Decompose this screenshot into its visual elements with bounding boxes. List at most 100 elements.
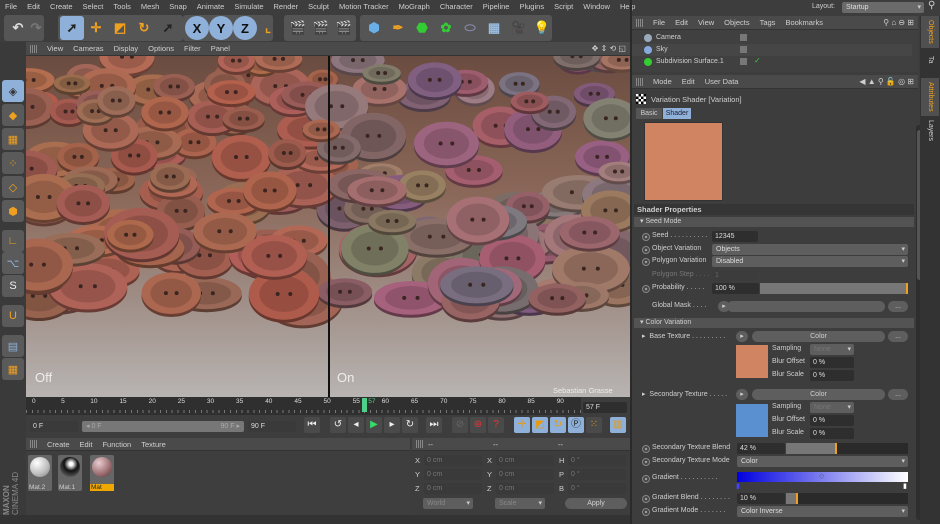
key-position-icon[interactable]: ✛: [514, 417, 530, 433]
secondary-texture-play-button[interactable]: ▸: [736, 389, 748, 400]
menu-texture[interactable]: Texture: [136, 440, 171, 449]
render-view-icon[interactable]: 🎬: [286, 16, 310, 40]
secondary-blend-slider[interactable]: [786, 443, 908, 454]
base-blur-offset-field[interactable]: 0 %: [810, 357, 854, 368]
material-item-selected[interactable]: Mat: [90, 455, 114, 491]
object-manager-icons[interactable]: ⚲ ⌂ ⊖ ⊞: [883, 18, 918, 27]
menu-cameras[interactable]: Cameras: [68, 44, 108, 53]
menu-create[interactable]: Create: [42, 440, 75, 449]
z-axis-lock[interactable]: Z: [233, 16, 257, 40]
key-parameter-icon[interactable]: Ⓟ: [568, 417, 584, 433]
probability-radio[interactable]: [642, 285, 650, 293]
model-mode-icon[interactable]: ◆: [2, 104, 24, 126]
tab-attributes[interactable]: Attributes: [921, 78, 939, 116]
keyframe-selection-icon[interactable]: ?: [488, 417, 504, 433]
axis-icon[interactable]: ∟: [2, 230, 24, 252]
secondary-blur-scale-field[interactable]: 0 %: [810, 428, 854, 439]
secondary-blur-offset-field[interactable]: 0 %: [810, 415, 854, 426]
global-mask-more-button[interactable]: ...: [888, 301, 908, 312]
render-picture-viewer-icon[interactable]: 🎬: [309, 16, 333, 40]
camera-icon[interactable]: 🎥: [506, 16, 530, 40]
menu-file[interactable]: File: [0, 2, 22, 11]
menu-create[interactable]: Create: [45, 2, 78, 11]
pen-icon[interactable]: ✒: [386, 16, 410, 40]
menu-tools[interactable]: Tools: [108, 2, 136, 11]
snap-icon[interactable]: S: [2, 275, 24, 297]
object-row[interactable]: Camera: [632, 32, 912, 44]
subdivision-icon[interactable]: ⬣: [410, 16, 434, 40]
object-row[interactable]: Sky: [632, 44, 912, 56]
timeline-icon[interactable]: ▥: [610, 417, 626, 433]
coord-field[interactable]: 0 °: [568, 469, 626, 480]
planar-workplane-icon[interactable]: ▦: [2, 358, 24, 380]
record-keys-icon[interactable]: ⊘: [452, 417, 468, 433]
material-item[interactable]: Mat.2: [28, 455, 52, 491]
check-icon[interactable]: ✓: [754, 56, 761, 65]
autokey-icon[interactable]: ⊛: [470, 417, 486, 433]
tab-takes[interactable]: Ta: [921, 49, 939, 71]
base-texture-play-button[interactable]: ▸: [736, 331, 748, 342]
menu-script[interactable]: Script: [549, 2, 578, 11]
secondary-blend-radio[interactable]: [642, 445, 650, 453]
menu-bookmarks[interactable]: Bookmarks: [780, 18, 828, 27]
global-mask-slot[interactable]: [727, 301, 885, 312]
menu-mode[interactable]: Mode: [648, 77, 677, 86]
secondary-texture-swatch[interactable]: [736, 404, 768, 437]
next-frame-icon[interactable]: ▸: [384, 417, 400, 433]
key-pla-icon[interactable]: ⁙: [586, 417, 602, 433]
next-key-icon[interactable]: ↻: [402, 417, 418, 433]
undo-icon[interactable]: ↶: [6, 16, 30, 40]
menu-mograph[interactable]: MoGraph: [394, 2, 435, 11]
go-to-end-icon[interactable]: ⏭: [426, 417, 442, 433]
menu-snap[interactable]: Snap: [164, 2, 192, 11]
gradient-blend-field[interactable]: 10 %: [737, 493, 785, 504]
frame-range-slider[interactable]: ◂ 0 F 90 F ▸: [82, 421, 244, 432]
visibility-toggle[interactable]: [740, 46, 747, 53]
coordinate-system-icon[interactable]: ⌞: [256, 16, 280, 40]
start-frame-field[interactable]: 0 F: [30, 421, 78, 432]
menu-character[interactable]: Character: [435, 2, 478, 11]
menu-display[interactable]: Display: [109, 44, 144, 53]
y-axis-lock[interactable]: Y: [209, 16, 233, 40]
base-texture-more-button[interactable]: ...: [888, 331, 908, 342]
tab-basic[interactable]: Basic: [636, 108, 662, 119]
secondary-mode-radio[interactable]: [642, 458, 650, 466]
polygon-variation-radio[interactable]: [642, 258, 650, 266]
tweak-icon[interactable]: ⌥: [2, 252, 24, 274]
menu-edit[interactable]: Edit: [670, 18, 693, 27]
tab-objects[interactable]: Objects: [921, 16, 939, 48]
cloner-icon[interactable]: ✿: [434, 16, 458, 40]
seed-mode-section[interactable]: ▾ Seed Mode: [634, 217, 914, 227]
menu-simulate[interactable]: Simulate: [229, 2, 268, 11]
deformer-icon[interactable]: ⬭: [458, 16, 482, 40]
menu-user-data[interactable]: User Data: [700, 77, 744, 86]
color-variation-section[interactable]: ▾ Color Variation: [634, 318, 914, 328]
base-texture-slot[interactable]: Color: [752, 331, 885, 342]
attributes-nav-icons[interactable]: ◀ ▲ ⚲ 🔓 ◎ ⊞: [859, 77, 918, 86]
seed-field[interactable]: 12345: [712, 231, 758, 242]
scale-tool-icon[interactable]: ◩: [108, 16, 132, 40]
object-row[interactable]: Subdivision Surface.1 ✓: [632, 56, 912, 68]
menu-filter[interactable]: Filter: [179, 44, 206, 53]
cube-icon[interactable]: ⬢: [362, 16, 386, 40]
x-axis-lock[interactable]: X: [185, 16, 209, 40]
coord-field[interactable]: 0 cm: [424, 469, 482, 480]
apply-button[interactable]: Apply: [565, 498, 627, 509]
end-frame-field[interactable]: 90 F: [248, 421, 296, 432]
timeline-ruler[interactable]: 0 5 10 15 20 25 30 35 40 45 50 55 57 60 65 70 75 80 85 90: [26, 397, 581, 415]
rotate-tool-icon[interactable]: ↻: [132, 16, 156, 40]
magnet-icon[interactable]: U: [2, 305, 24, 327]
menu-animate[interactable]: Animate: [192, 2, 230, 11]
secondary-mode-dropdown[interactable]: Color: [737, 456, 908, 467]
coord-field[interactable]: 0 cm: [496, 455, 554, 466]
scale-mode-dropdown[interactable]: Scale: [495, 498, 545, 509]
menu-select[interactable]: Select: [78, 2, 109, 11]
gradient-bar[interactable]: ◇: [737, 472, 908, 482]
coord-field[interactable]: 0 °: [568, 455, 626, 466]
coordinate-space-dropdown[interactable]: World: [423, 498, 473, 509]
polygon-variation-dropdown[interactable]: Disabled: [712, 256, 908, 267]
menu-edit[interactable]: Edit: [75, 440, 98, 449]
object-variation-radio[interactable]: [642, 246, 650, 254]
menu-window[interactable]: Window: [578, 2, 615, 11]
previous-frame-icon[interactable]: ◂: [348, 417, 364, 433]
